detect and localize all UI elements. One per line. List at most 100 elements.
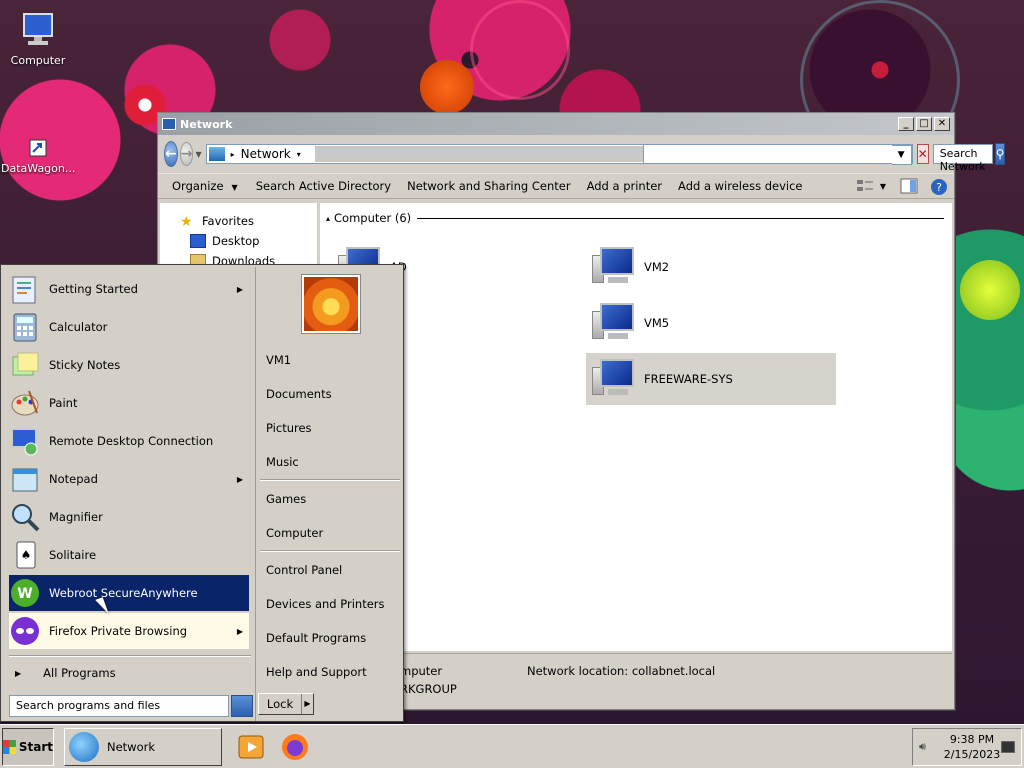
network-sharing-center-button[interactable]: Network and Sharing Center (407, 179, 570, 193)
organize-menu[interactable]: Organize ▼ (172, 179, 238, 193)
computer-name: FREEWARE-SYS (644, 372, 733, 386)
desktop-icon-label: Computer (10, 54, 66, 67)
computer-icon (592, 247, 636, 287)
window-title: Network (180, 117, 233, 131)
arrow-right-icon: ▶ (15, 668, 22, 678)
start-menu-programs: Getting Started ▶ Calculator Sticky Note… (3, 267, 253, 721)
place-user[interactable]: VM1 (266, 349, 400, 371)
chevron-down-icon[interactable]: ▾ (297, 150, 301, 159)
taskbar-item-network[interactable]: Network (64, 727, 222, 766)
app-label: Calculator (49, 320, 108, 334)
nav-desktop[interactable]: Desktop (160, 231, 317, 251)
minimize-button[interactable]: _ (898, 117, 914, 131)
place-computer[interactable]: Computer (266, 522, 400, 544)
add-printer-button[interactable]: Add a printer (587, 179, 662, 193)
title-bar[interactable]: Network _ □ ✕ (158, 113, 954, 135)
forward-button[interactable]: → (179, 142, 194, 166)
solitaire-icon: ♠ (9, 539, 41, 571)
app-notepad[interactable]: Notepad ▶ (9, 461, 249, 497)
group-header[interactable]: ▴ Computer (6) (326, 211, 944, 225)
sticky-notes-icon (9, 349, 41, 381)
computer-icon (592, 303, 636, 343)
desktop-icon-computer[interactable]: Computer (1, 10, 75, 67)
desktop-folder-icon (190, 234, 206, 248)
nav-label: Favorites (202, 214, 254, 228)
place-games[interactable]: Games (266, 488, 400, 510)
command-bar: Organize ▼ Search Active Directory Networ… (158, 173, 954, 199)
app-webroot[interactable]: W Webroot SecureAnywhere (9, 575, 249, 611)
place-pictures[interactable]: Pictures (266, 417, 400, 439)
help-icon[interactable]: ? (930, 178, 948, 195)
nav-favorites[interactable]: ★ Favorites (160, 211, 317, 231)
star-icon: ★ (180, 214, 193, 230)
computer-item-selected[interactable]: FREEWARE-SYS (586, 353, 836, 405)
place-music[interactable]: Music (266, 451, 400, 473)
computer-name: VM2 (644, 260, 670, 274)
group-divider (417, 217, 944, 219)
divider (9, 655, 251, 657)
clock[interactable]: 9:38 PM 2/15/2023 (943, 732, 1001, 762)
clock-time: 9:38 PM (949, 732, 995, 746)
address-field-rest[interactable]: ▼ (642, 144, 913, 165)
search-icon[interactable]: ⚲ (994, 143, 1006, 165)
search-input[interactable]: Search Network (932, 144, 993, 173)
computer-item[interactable]: VM5 (586, 297, 836, 349)
firefox-icon[interactable] (280, 732, 310, 762)
view-dropdown-icon[interactable]: ▼ (880, 182, 886, 191)
change-view-icon[interactable] (856, 178, 874, 194)
add-wireless-device-button[interactable]: Add a wireless device (678, 179, 802, 193)
app-label: Firefox Private Browsing (49, 624, 188, 638)
app-firefox-private[interactable]: Firefox Private Browsing ▶ (9, 613, 249, 649)
place-devices-printers[interactable]: Devices and Printers (266, 593, 400, 615)
breadcrumb-arrow-icon[interactable]: ▸ (231, 150, 235, 159)
volume-icon[interactable]: 🔊︎ (919, 740, 935, 754)
address-bar-row: ← → ▼ ▸ Network ▾ ▼ ✕ Search Network ⚲ (160, 139, 1006, 173)
address-field[interactable]: ▸ Network ▾ (205, 144, 644, 164)
computer-icon (592, 359, 636, 399)
maximize-button[interactable]: □ (916, 117, 932, 131)
start-button[interactable]: Start (2, 727, 54, 766)
app-getting-started[interactable]: Getting Started ▶ (9, 271, 249, 307)
back-button[interactable]: ← (164, 141, 178, 167)
remote-desktop-icon (9, 425, 41, 457)
app-remote-desktop[interactable]: Remote Desktop Connection (9, 423, 249, 459)
network-globe-icon (69, 731, 99, 762)
breadcrumb-network[interactable]: Network (241, 147, 291, 161)
desktop-icon-datawagon[interactable]: DataWagon... (1, 138, 75, 175)
app-solitaire[interactable]: ♠ Solitaire (9, 537, 249, 573)
app-magnifier[interactable]: Magnifier (9, 499, 249, 535)
collapse-arrow-icon[interactable]: ▴ (326, 214, 330, 223)
network-folder-icon (162, 118, 176, 130)
calculator-icon (9, 311, 41, 343)
start-search-input[interactable]: Search programs and files (9, 695, 229, 717)
place-default-programs[interactable]: Default Programs (266, 627, 400, 649)
details-network-location: Network location: collabnet.local (527, 664, 716, 678)
place-control-panel[interactable]: Control Panel (266, 559, 400, 581)
recent-pages-dropdown[interactable]: ▼ (195, 150, 201, 159)
network-status-icon[interactable] (1001, 740, 1015, 753)
place-documents[interactable]: Documents (266, 383, 400, 405)
app-paint[interactable]: Paint (9, 385, 249, 421)
computer-item[interactable]: VM2 (586, 241, 836, 293)
preview-pane-icon[interactable] (900, 178, 918, 194)
app-calculator[interactable]: Calculator (9, 309, 249, 345)
power-options-arrow-icon[interactable]: ▶ (301, 694, 313, 714)
address-dropdown-button[interactable]: ▼ (891, 145, 912, 165)
svg-text:W: W (17, 586, 32, 602)
all-programs-button[interactable]: ▶ All Programs (11, 661, 251, 685)
user-avatar[interactable] (302, 275, 360, 333)
search-icon[interactable] (231, 695, 253, 717)
organize-label: Organize (172, 179, 224, 193)
app-sticky-notes[interactable]: Sticky Notes (9, 347, 249, 383)
refresh-icon[interactable]: ✕ (916, 144, 929, 164)
start-menu: Getting Started ▶ Calculator Sticky Note… (0, 264, 404, 722)
desktop-icon-label: DataWagon... (1, 162, 76, 175)
app-label: Getting Started (49, 282, 138, 296)
place-help-support[interactable]: Help and Support (266, 661, 400, 683)
media-player-icon[interactable] (236, 732, 266, 762)
address-bar[interactable]: ▸ Network ▾ ▼ (205, 144, 913, 165)
close-button[interactable]: ✕ (934, 117, 950, 131)
lock-button[interactable]: Lock ▶ (258, 693, 314, 715)
search-active-directory-button[interactable]: Search Active Directory (256, 179, 391, 193)
app-label: Sticky Notes (49, 358, 121, 372)
